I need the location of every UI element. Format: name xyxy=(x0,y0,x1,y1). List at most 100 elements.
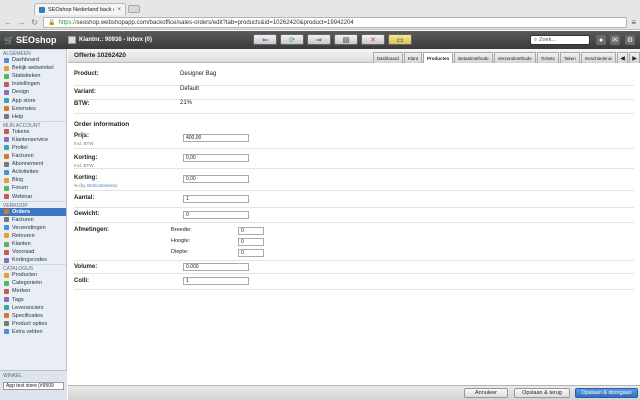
sidebar-item[interactable]: Bekijk webwinkel xyxy=(0,64,66,72)
back-icon[interactable]: ← xyxy=(4,18,13,27)
footer-bar: Annuleer Opslaan & terug Opslaan & doorg… xyxy=(68,385,640,400)
sidebar-item[interactable]: Dashboard xyxy=(0,56,66,64)
browser-tab[interactable]: SEOshop Nederland back o × xyxy=(34,3,126,15)
settings-icon[interactable]: ⚙ xyxy=(625,35,635,45)
tab-item[interactable]: Geschiedenis xyxy=(580,52,616,63)
sidebar-item-label: Forum xyxy=(12,185,28,192)
diepte-input[interactable]: 0 xyxy=(238,249,264,257)
row-volume: Volume: 0.000 xyxy=(74,261,634,274)
breedte-input[interactable]: 0 xyxy=(238,227,264,235)
sidebar-item[interactable]: Retouren xyxy=(0,232,66,240)
tab-scroll-left-icon[interactable]: ◀ xyxy=(617,52,628,63)
sidebar-item[interactable]: Blog xyxy=(0,176,66,184)
sidebar-item[interactable]: Verzendingen xyxy=(0,224,66,232)
reload-icon[interactable]: ↻ xyxy=(30,18,39,27)
sidebar-item[interactable]: Product opties xyxy=(0,320,66,328)
sidebar-item[interactable]: Kortingscodes xyxy=(0,256,66,264)
sidebar-item[interactable]: Statistieken xyxy=(0,72,66,80)
search-icon: ⌕ xyxy=(534,36,538,43)
sidebar-item-icon xyxy=(4,177,9,183)
hoogte-input[interactable]: 0 xyxy=(238,238,264,246)
sidebar-item[interactable]: Producten xyxy=(0,271,66,279)
sidebar-section-title[interactable]: VERKOOP xyxy=(0,200,66,208)
korting-input[interactable]: 0,00 xyxy=(183,154,249,162)
sidebar-item[interactable]: Activiteiten xyxy=(0,168,66,176)
sidebar-item-label: Leveranciers xyxy=(12,304,44,311)
tab-item[interactable]: Betaalmethode xyxy=(454,52,493,63)
sidebar-section-title[interactable]: MIJN ACCOUNT xyxy=(0,120,66,128)
user-icon[interactable]: ● xyxy=(596,35,606,45)
save-back-button[interactable]: Opslaan & terug xyxy=(514,388,570,398)
tab-item[interactable]: Klant xyxy=(403,52,423,63)
sidebar-item[interactable]: Extensies xyxy=(0,105,66,113)
omcommerce-link[interactable]: OmCommerce xyxy=(87,183,116,188)
sidebar-item[interactable]: Webinar xyxy=(0,193,66,201)
sidebar-item[interactable]: Abonnement xyxy=(0,160,66,168)
sidebar-item[interactable]: Categorieën xyxy=(0,279,66,287)
diepte-label: Diepte: xyxy=(171,249,189,255)
sidebar-item-icon xyxy=(4,257,9,263)
sidebar-item[interactable]: Orders xyxy=(0,207,66,216)
sidebar-section-title[interactable]: ALGEMEEN xyxy=(0,49,66,57)
print-icon[interactable]: ▤ xyxy=(334,34,358,45)
volume-label: Volume: xyxy=(74,264,98,270)
url-scheme: https:// xyxy=(58,19,77,26)
sidebar-item[interactable]: Facturen xyxy=(0,152,66,160)
close-tab-icon[interactable]: × xyxy=(117,7,121,13)
sidebar-item[interactable]: Facturen xyxy=(0,216,66,224)
cancel-button[interactable]: Annuleer xyxy=(464,388,508,398)
sidebar-item[interactable]: App store xyxy=(0,96,66,104)
tab-item[interactable]: Dashboard xyxy=(372,52,403,63)
sidebar-item[interactable]: Klanten xyxy=(0,240,66,248)
new-tab-button[interactable] xyxy=(128,5,140,13)
sidebar-item[interactable]: Tags xyxy=(0,296,66,304)
sidebar-item[interactable]: Design xyxy=(0,88,66,96)
save-continue-button[interactable]: Opslaan & doorgaan xyxy=(575,388,638,398)
store-select[interactable]: App test store (#9509 xyxy=(3,382,64,390)
tab-scroll-right-icon[interactable]: ▶ xyxy=(629,52,640,63)
volume-input[interactable]: 0.000 xyxy=(183,263,249,271)
prijs-input[interactable]: 400,00 xyxy=(183,134,249,142)
aantal-input[interactable]: 1 xyxy=(183,195,249,203)
tab-item[interactable]: Verzendmethode xyxy=(493,52,536,63)
tab-item[interactable]: Taken xyxy=(559,52,580,63)
sidebar-item-label: Statistieken xyxy=(12,73,41,80)
customer-info[interactable]: Klantnr.: 90936 - Inbox (0) xyxy=(68,36,152,44)
sidebar-item-icon xyxy=(4,65,9,71)
tab-item[interactable]: Producten xyxy=(423,52,454,63)
sidebar-item[interactable]: Klantenservice xyxy=(0,136,66,144)
sidebar-item-label: Product opties xyxy=(12,320,48,327)
address-bar[interactable]: 🔒 https://seoshop.webshopapp.com/backoff… xyxy=(43,17,628,28)
arrow-left-icon[interactable]: ⇐ xyxy=(253,34,277,45)
sidebar-item-label: Extra velden xyxy=(12,328,43,335)
sidebar-item[interactable]: Leveranciers xyxy=(0,304,66,312)
gewicht-label: Gewicht: xyxy=(74,211,100,217)
sidebar-item[interactable]: Instellingen xyxy=(0,80,66,88)
search-input[interactable]: ⌕ Zoek... xyxy=(530,35,590,45)
sidebar-item-icon xyxy=(4,81,9,87)
sidebar-section-title[interactable]: CATALOGUS xyxy=(0,264,66,272)
korting-percent-input[interactable]: 0,00 xyxy=(183,175,249,183)
sidebar-item[interactable]: Tokens xyxy=(0,128,66,136)
arrow-right-icon[interactable]: ⇒ xyxy=(307,34,331,45)
sidebar-item[interactable]: Voorraad xyxy=(0,248,66,256)
delete-icon[interactable]: ✕ xyxy=(361,34,385,45)
sidebar-item[interactable]: Merken xyxy=(0,287,66,295)
folder-icon[interactable]: ▭ xyxy=(388,34,412,45)
colli-input[interactable]: 1 xyxy=(183,277,249,285)
logo[interactable]: 🛒 SEOshop xyxy=(0,31,66,49)
sidebar-item[interactable]: Help xyxy=(0,113,66,121)
sidebar-item-icon xyxy=(4,161,9,167)
sidebar-item[interactable]: Specificaties xyxy=(0,312,66,320)
forward-icon[interactable]: → xyxy=(17,18,26,27)
sidebar-item[interactable]: Extra velden xyxy=(0,328,66,336)
gewicht-input[interactable]: 0 xyxy=(183,211,249,219)
sidebar-item-icon xyxy=(4,209,9,215)
menu-icon[interactable]: ≡ xyxy=(631,18,636,27)
sidebar-item[interactable]: Forum xyxy=(0,184,66,192)
mail-icon[interactable]: ✉ xyxy=(610,35,620,45)
sidebar-item[interactable]: Profiel xyxy=(0,144,66,152)
prijs-label: Prijs: xyxy=(74,133,90,139)
tab-item[interactable]: Tickets xyxy=(536,52,559,63)
refresh-icon[interactable]: ⟳ xyxy=(280,34,304,45)
